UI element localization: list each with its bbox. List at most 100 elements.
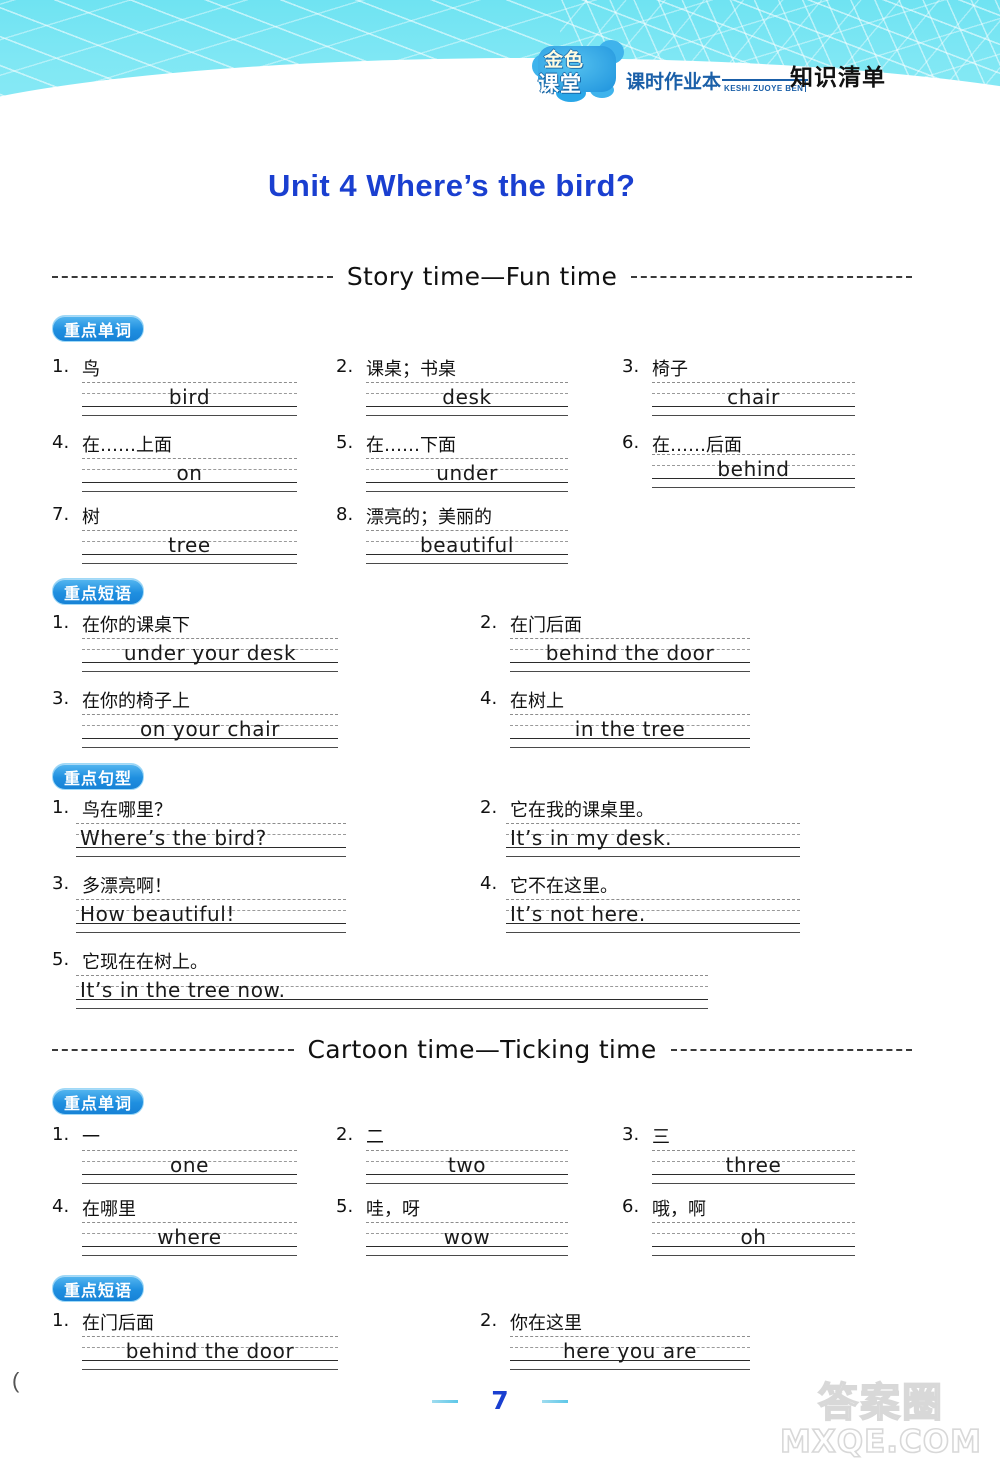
divider-label: Cartoon time—Ticking time	[307, 1035, 657, 1064]
item-number: 1.	[52, 356, 70, 377]
item-chinese: 课桌；书桌	[366, 359, 456, 380]
writing-guide: on your chair	[82, 714, 338, 748]
item-answer: three	[725, 1153, 782, 1177]
item-answer: behind	[717, 457, 790, 481]
writing-guide: behind	[652, 454, 855, 488]
item-number: 2.	[480, 612, 498, 633]
item-answer: behind the door	[545, 641, 715, 665]
logo-splash-icon: 金色 课堂	[532, 40, 624, 102]
item-chinese: 在你的课桌下	[82, 615, 190, 636]
item-number: 3.	[622, 356, 640, 377]
item-answer: desk	[442, 385, 492, 409]
item-number: 4.	[480, 873, 498, 894]
badge-key-words-1: 重点单词	[52, 315, 145, 342]
item-answer: beautiful	[419, 533, 514, 557]
item-number: 2.	[336, 356, 354, 377]
item-answer: behind the door	[125, 1339, 295, 1363]
item-answer: one	[169, 1153, 210, 1177]
item-answer: on	[176, 461, 203, 485]
writing-guide: It’s in the tree now.	[76, 975, 708, 1009]
item-answer: on your chair	[139, 717, 281, 741]
item-answer: How beautiful!	[80, 902, 236, 926]
item-answer: It’s in my desk.	[510, 826, 673, 850]
item-number: 5.	[336, 432, 354, 453]
item-number: 1.	[52, 612, 70, 633]
item-answer: It’s in the tree now.	[80, 978, 286, 1002]
writing-guide: under your desk	[82, 638, 338, 672]
badge-key-phrases-2: 重点短语	[52, 1275, 145, 1302]
writing-guide: three	[652, 1150, 855, 1184]
writing-guide: beautiful	[366, 530, 568, 564]
item-answer: under your desk	[123, 641, 297, 665]
item-answer: tree	[168, 533, 211, 557]
divider-dash-left	[52, 275, 333, 278]
page-number-dash-right	[542, 1400, 568, 1403]
item-answer: Where’s the bird?	[80, 826, 267, 850]
item-answer: chair	[727, 385, 780, 409]
page-title: Unit 4 Where’s the bird?	[268, 168, 636, 203]
item-number: 5.	[336, 1196, 354, 1217]
item-number: 8.	[336, 504, 354, 525]
item-chinese: 二	[366, 1127, 384, 1148]
item-answer: bird	[168, 385, 211, 409]
writing-guide: It’s not here.	[506, 899, 800, 933]
item-chinese: 鸟	[82, 359, 100, 380]
item-number: 3.	[52, 688, 70, 709]
writing-guide: chair	[652, 382, 855, 416]
divider-dash-right	[670, 1048, 913, 1051]
writing-guide: behind the door	[82, 1336, 338, 1370]
writing-guide: tree	[82, 530, 297, 564]
writing-guide: here you are	[510, 1336, 750, 1370]
item-number: 6.	[622, 432, 640, 453]
item-number: 3.	[622, 1124, 640, 1145]
writing-guide: one	[82, 1150, 297, 1184]
item-number: 4.	[480, 688, 498, 709]
item-chinese: 它不在这里。	[510, 876, 618, 897]
item-chinese: 在哪里	[82, 1199, 136, 1220]
watermark: 答案圈 MXQE.COM	[779, 1370, 982, 1460]
divider-dash-left	[52, 1048, 294, 1051]
item-answer: here you are	[562, 1339, 698, 1363]
writing-guide: where	[82, 1222, 297, 1256]
writing-guide: on	[82, 458, 297, 492]
item-chinese: 树	[82, 507, 100, 528]
item-answer: under	[436, 461, 498, 485]
section-divider-story-time: Story time—Fun time	[52, 262, 912, 291]
item-answer: oh	[740, 1225, 767, 1249]
section-divider-cartoon-time: Cartoon time—Ticking time	[52, 1035, 913, 1064]
writing-guide: under	[366, 458, 568, 492]
header-title: 知识清单	[790, 65, 886, 91]
item-chinese: 哦，啊	[652, 1199, 706, 1220]
item-chinese: 在……上面	[82, 435, 172, 456]
item-answer: in the tree	[574, 717, 686, 741]
writing-guide: It’s in my desk.	[506, 823, 800, 857]
item-number: 2.	[480, 797, 498, 818]
item-number: 4.	[52, 1196, 70, 1217]
logo-subtitle: 课时作业本	[626, 71, 722, 93]
writing-guide: How beautiful!	[76, 899, 346, 933]
item-chinese: 在树上	[510, 691, 564, 712]
brand-logo: 金色 课堂 课时作业本 KESHI ZUOYE BEN	[532, 40, 809, 102]
item-number: 6.	[622, 1196, 640, 1217]
badge-key-phrases-1: 重点短语	[52, 578, 145, 605]
item-chinese: 鸟在哪里？	[82, 800, 172, 821]
item-answer: wow	[443, 1225, 491, 1249]
item-chinese: 多漂亮啊！	[82, 876, 172, 897]
divider-dash-right	[631, 275, 912, 278]
writing-guide: behind the door	[510, 638, 750, 672]
item-answer: It’s not here.	[510, 902, 646, 926]
item-chinese: 在……下面	[366, 435, 456, 456]
item-chinese: 在门后面	[510, 615, 582, 636]
badge-key-sentences: 重点句型	[52, 763, 145, 790]
item-chinese: 哇，呀	[366, 1199, 420, 1220]
item-chinese: 在你的椅子上	[82, 691, 190, 712]
item-chinese: 在门后面	[82, 1313, 154, 1334]
item-number: 2.	[480, 1310, 498, 1331]
watermark-line-1: 答案圈	[817, 1379, 944, 1427]
item-number: 1.	[52, 797, 70, 818]
item-number: 7.	[52, 504, 70, 525]
badge-key-words-2: 重点单词	[52, 1088, 145, 1115]
logo-text-bottom: 课堂	[538, 72, 582, 96]
item-number: 1.	[52, 1124, 70, 1145]
item-answer: where	[157, 1225, 222, 1249]
